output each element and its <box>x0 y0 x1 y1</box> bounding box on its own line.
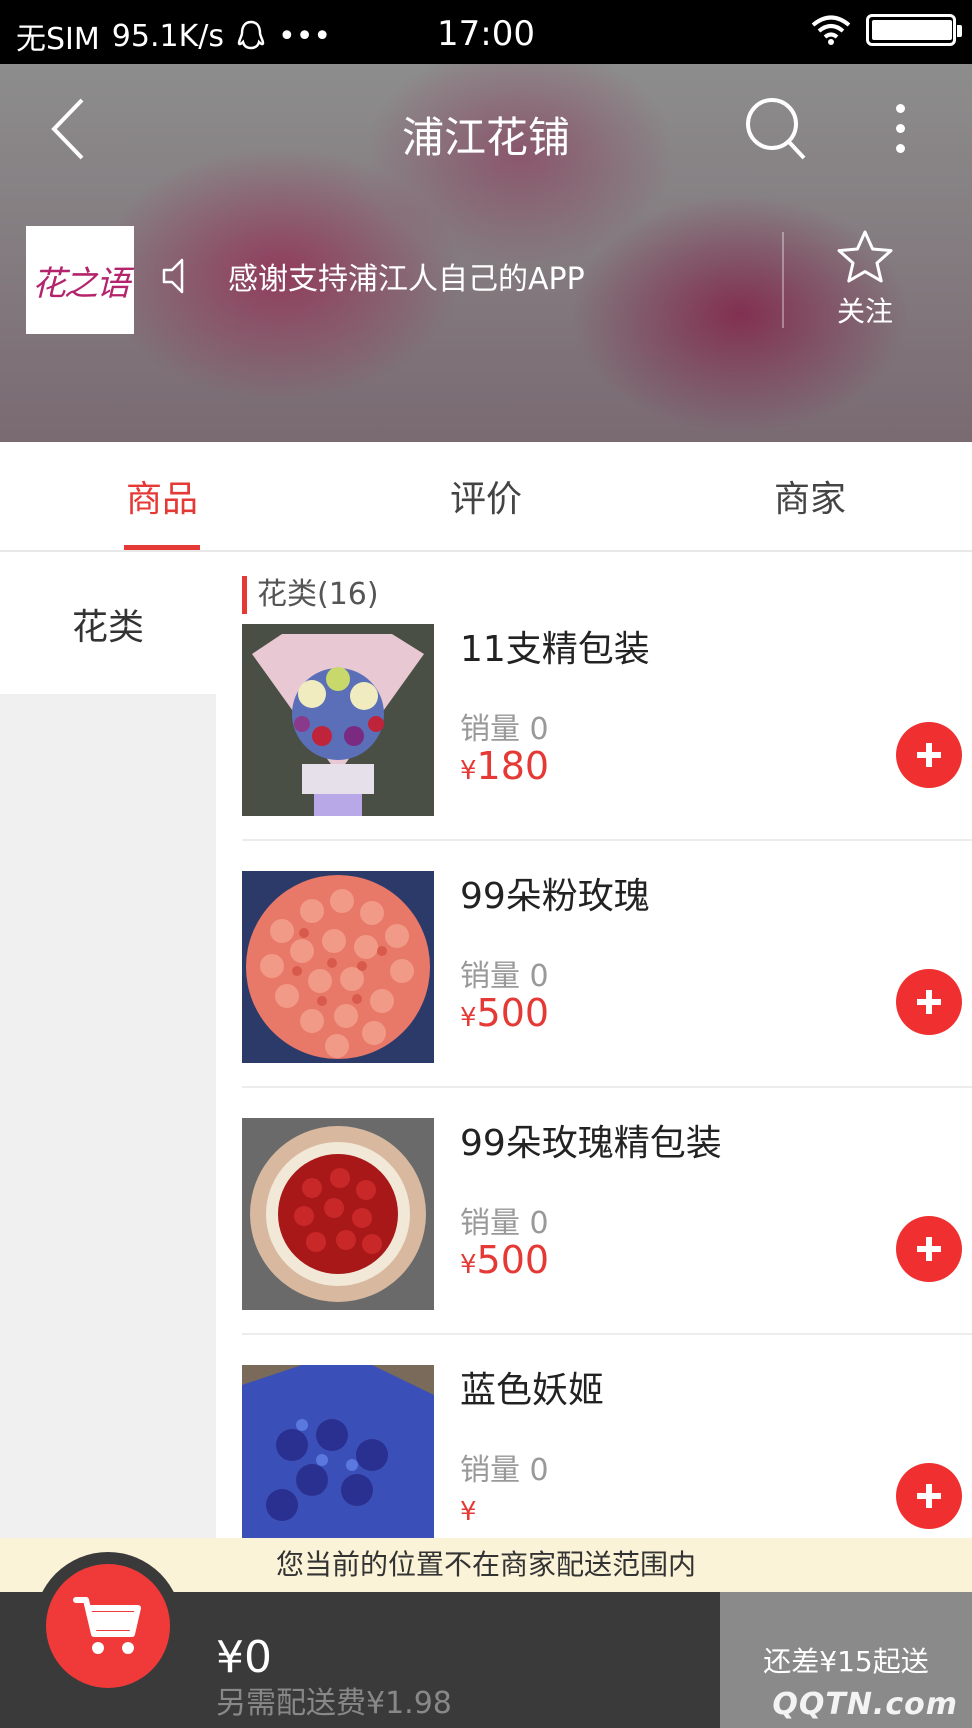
product-name[interactable]: 11支精包装 <box>460 620 650 672</box>
add-to-cart-button[interactable] <box>896 722 962 788</box>
blue-roses-image <box>242 1365 434 1557</box>
pink-roses-image <box>242 871 434 1063</box>
shop-notice: 感谢支持浦江人自己的APP <box>228 262 585 297</box>
star-icon <box>837 230 893 283</box>
product-sales: 销量 0 <box>460 712 549 747</box>
currency-symbol: ¥ <box>460 1003 477 1033</box>
status-bar: 无SIM 95.1K/s ••• 17:00 <box>0 0 972 64</box>
shopping-cart-icon <box>73 1597 141 1654</box>
add-to-cart-button[interactable] <box>896 969 962 1035</box>
product-image[interactable] <box>242 871 434 1063</box>
tab-merchant[interactable]: 商家 <box>648 442 972 550</box>
watermark-logo: QQTN.com <box>772 1687 958 1722</box>
battery-icon <box>866 14 962 46</box>
shop-logo-text: 花之语 <box>32 263 130 304</box>
shop-header: 浦江花铺 花之语 感谢支持浦江人自己的APP 关注 <box>0 64 972 442</box>
product-price: ¥500 <box>460 1238 549 1282</box>
product-list[interactable]: 花类(16) 11支精包装 销量 0 ¥180 99朵粉玫瑰 销量 0 ¥500… <box>216 554 972 1592</box>
follow-button[interactable]: 关注 <box>820 228 910 330</box>
product-name[interactable]: 99朵粉玫瑰 <box>460 867 650 919</box>
product-sales: 销量 0 <box>460 1453 549 1488</box>
currency-symbol: ¥ <box>460 756 477 786</box>
category-sidebar: 花类 <box>0 554 216 1592</box>
plus-icon <box>917 743 941 767</box>
category-item-flowers[interactable]: 花类 <box>0 554 216 694</box>
product-name[interactable]: 99朵玫瑰精包装 <box>460 1114 722 1166</box>
add-to-cart-button[interactable] <box>896 1216 962 1282</box>
speaker-icon <box>162 258 184 294</box>
cart-button[interactable] <box>46 1564 170 1688</box>
plus-icon <box>917 1484 941 1508</box>
bouquet-image <box>242 624 434 816</box>
more-menu-button[interactable] <box>880 92 920 164</box>
plus-icon <box>917 1237 941 1261</box>
tab-reviews[interactable]: 评价 <box>324 442 648 550</box>
price-value: 500 <box>476 1238 550 1282</box>
search-button[interactable] <box>740 92 812 164</box>
product-sales: 销量 0 <box>460 1206 549 1241</box>
currency-symbol: ¥ <box>460 1497 477 1527</box>
currency-symbol: ¥ <box>460 1250 477 1280</box>
product-price: ¥500 <box>460 991 549 1035</box>
tab-bar: 商品 评价 商家 <box>0 442 972 552</box>
wifi-icon <box>811 15 851 45</box>
product-price: ¥ <box>460 1485 477 1529</box>
delivery-fee: 另需配送费¥1.98 <box>216 1686 452 1721</box>
product-image[interactable] <box>242 1118 434 1310</box>
min-order-label: 还差¥15起送 <box>763 1645 929 1678</box>
shop-logo[interactable]: 花之语 <box>26 226 134 334</box>
search-icon <box>746 98 806 160</box>
product-name[interactable]: 蓝色妖姬 <box>460 1361 604 1413</box>
cart-total: ¥0 <box>216 1632 272 1683</box>
product-image[interactable] <box>242 624 434 816</box>
page-title: 浦江花铺 <box>401 113 570 162</box>
tab-products[interactable]: 商品 <box>0 442 324 550</box>
plus-icon <box>917 990 941 1014</box>
more-dot-icon <box>895 143 905 153</box>
min-order-button[interactable]: 还差¥15起送 QQTN.com <box>720 1592 972 1728</box>
red-roses-image <box>242 1118 434 1310</box>
price-value: 500 <box>476 991 550 1035</box>
divider <box>782 232 784 328</box>
battery-fill <box>872 20 952 40</box>
product-image[interactable] <box>242 1365 434 1557</box>
product-item[interactable]: 11支精包装 销量 0 ¥180 <box>242 594 972 841</box>
more-dot-icon <box>895 123 905 133</box>
product-price: ¥180 <box>460 744 549 788</box>
top-bar: 浦江花铺 <box>0 64 972 194</box>
status-right <box>810 14 962 46</box>
follow-label: 关注 <box>836 295 893 328</box>
add-to-cart-button[interactable] <box>896 1463 962 1529</box>
product-item[interactable]: 99朵玫瑰精包装 销量 0 ¥500 <box>242 1088 972 1335</box>
price-value: 180 <box>476 744 550 788</box>
more-dot-icon <box>895 103 905 113</box>
product-item[interactable]: 99朵粉玫瑰 销量 0 ¥500 <box>242 841 972 1088</box>
product-sales: 销量 0 <box>460 959 549 994</box>
